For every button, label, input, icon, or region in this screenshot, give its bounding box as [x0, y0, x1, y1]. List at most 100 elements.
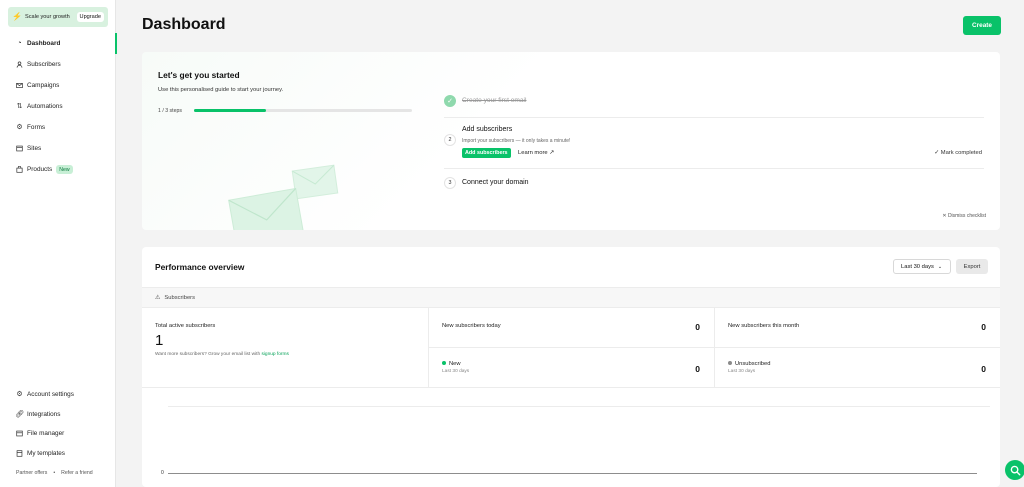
sidebar-item-forms[interactable]: ⚙ Forms: [0, 117, 116, 138]
step-description: Import your subscribers — it only takes …: [462, 138, 571, 144]
progress-fill: [194, 109, 266, 112]
secondary-nav: ⚙ Account settings 🔗︎ Integrations File …: [0, 385, 116, 463]
step-title: Create your first email: [462, 97, 527, 104]
main-nav: ◔ Dashboard Subscribers Campaigns ⇅ Auto…: [0, 33, 117, 180]
sidebar-item-label: Integrations: [27, 410, 61, 418]
main-content: Dashboard Create Let's get you started U…: [116, 0, 1024, 487]
grow-list-text: Want more subscribers? Grow your email l…: [155, 352, 289, 357]
y-tick-label: 0: [161, 470, 164, 476]
sidebar-item-label: File manager: [27, 430, 65, 438]
grow-list-message: Want more subscribers? Grow your email l…: [155, 352, 261, 357]
sidebar-item-label: Automations: [27, 103, 63, 110]
stat-label: Unsubscribed: [735, 361, 771, 367]
help-search-button[interactable]: [1005, 460, 1024, 480]
sidebar-item-label: Account settings: [27, 391, 74, 399]
refer-friend-link[interactable]: Refer a friend: [61, 470, 92, 476]
step-title: Add subscribers: [462, 126, 513, 133]
file-icon: [16, 430, 23, 437]
stat-label-row: Unsubscribed: [728, 361, 770, 367]
checklist-step-1[interactable]: ✓ Create your first email: [444, 92, 984, 118]
user-icon: ⚠: [155, 295, 161, 301]
sites-icon: [16, 145, 23, 152]
stat-label: New subscribers today: [442, 323, 501, 329]
upgrade-button[interactable]: Upgrade: [76, 12, 104, 22]
getting-started-card: Let's get you started Use this personali…: [142, 52, 1000, 230]
promo-text: Scale your growth: [24, 14, 70, 20]
section-label: Subscribers: [164, 294, 195, 301]
stat-value: 1: [155, 332, 164, 349]
sidebar-item-sites[interactable]: Sites: [0, 138, 116, 159]
sidebar-item-file-manager[interactable]: File manager: [0, 424, 116, 444]
create-button[interactable]: Create: [963, 16, 1001, 35]
step-number: 2: [444, 134, 456, 146]
dismiss-label: Dismiss checklist: [947, 213, 986, 219]
stat-value: 0: [981, 322, 986, 332]
stat-sublabel: Last 30 days: [728, 369, 756, 374]
date-range-select[interactable]: Last 30 days ⌄: [893, 259, 951, 274]
sidebar-item-products[interactable]: Products New: [0, 159, 116, 180]
checklist-step-2[interactable]: 2 Add subscribers Import your subscriber…: [444, 118, 984, 169]
unsubscribed-dot-icon: [728, 361, 732, 366]
check-icon: ✓: [444, 95, 456, 107]
forms-icon: ⚙: [16, 124, 23, 131]
sidebar-item-label: Products: [27, 166, 53, 173]
export-button[interactable]: Export: [956, 259, 988, 274]
signup-forms-link[interactable]: signup forms: [261, 352, 288, 357]
stat-sublabel: Last 30 days: [442, 369, 470, 374]
upgrade-promo: ⚡ Scale your growth Upgrade: [8, 7, 108, 27]
progress-bar: [194, 109, 412, 112]
chart-gridline: [168, 406, 990, 407]
sidebar-item-label: Dashboard: [27, 40, 61, 47]
partner-offers-link[interactable]: Partner offers: [16, 470, 47, 476]
sidebar-item-campaigns[interactable]: Campaigns: [0, 75, 116, 96]
page-title: Dashboard: [142, 16, 226, 33]
gear-icon: ⚙: [16, 391, 23, 399]
search-icon: [1010, 465, 1020, 475]
sidebar-item-automations[interactable]: ⇅ Automations: [0, 96, 116, 117]
sidebar-item-my-templates[interactable]: My templates: [0, 444, 116, 464]
learn-more-link[interactable]: Learn more ↗: [518, 150, 554, 156]
subscribers-chart: 0: [142, 388, 1000, 487]
stat-label: New subscribers this month: [728, 323, 800, 329]
mail-icon: [16, 82, 23, 89]
sidebar-item-label: Forms: [27, 124, 46, 131]
chevron-down-icon: ⌄: [937, 263, 943, 270]
checklist-step-3[interactable]: 3 Connect your domain: [444, 169, 984, 199]
mark-completed-label: Mark completed: [940, 150, 982, 156]
onboarding-checklist: ✓ Create your first email 2 Add subscrib…: [444, 92, 984, 199]
stat-value: 0: [695, 364, 700, 374]
automation-icon: ⇅: [16, 103, 23, 110]
stat-label-row: New: [442, 361, 461, 367]
performance-overview-card: Performance overview Last 30 days ⌄ Expo…: [142, 247, 1000, 487]
getting-started-subtitle: Use this personalised guide to start you…: [158, 87, 284, 93]
envelope-illustration-large: [228, 187, 304, 230]
stat-value: 0: [981, 364, 986, 374]
add-subscribers-button[interactable]: Add subscribers: [462, 148, 511, 158]
sidebar-item-integrations[interactable]: 🔗︎ Integrations: [0, 405, 116, 425]
unsubscribed-30-days: Unsubscribed Last 30 days 0: [715, 348, 1000, 388]
sidebar-item-account-settings[interactable]: ⚙ Account settings: [0, 385, 116, 405]
new-badge: New: [56, 165, 73, 174]
step-title: Connect your domain: [462, 179, 529, 186]
sidebar: ⚡ Scale your growth Upgrade ◔ Dashboard …: [0, 0, 117, 487]
sidebar-item-label: Subscribers: [27, 61, 61, 68]
sidebar-item-subscribers[interactable]: Subscribers: [0, 54, 116, 75]
performance-title: Performance overview: [155, 262, 245, 272]
date-range-value: Last 30 days: [901, 263, 934, 270]
footer-separator: •: [53, 470, 56, 476]
user-icon: [16, 61, 23, 68]
template-icon: [16, 450, 23, 457]
products-icon: [16, 166, 23, 173]
sidebar-footer: Partner offers • Refer a friend: [16, 470, 93, 476]
mark-completed-button[interactable]: ✓ Mark completed: [934, 150, 982, 156]
dismiss-checklist-button[interactable]: ✕ Dismiss checklist: [942, 213, 986, 219]
new-subscribers-month: New subscribers this month 0: [715, 308, 1000, 348]
sidebar-item-label: My templates: [27, 449, 66, 457]
total-active-subscribers: Total active subscribers 1 Want more sub…: [142, 308, 429, 388]
getting-started-title: Let's get you started: [158, 70, 240, 80]
sidebar-item-label: Campaigns: [27, 82, 60, 89]
step-number: 3: [444, 177, 456, 189]
sidebar-item-dashboard[interactable]: ◔ Dashboard: [0, 33, 117, 54]
sidebar-item-label: Sites: [27, 145, 42, 152]
stat-value: 0: [695, 322, 700, 332]
